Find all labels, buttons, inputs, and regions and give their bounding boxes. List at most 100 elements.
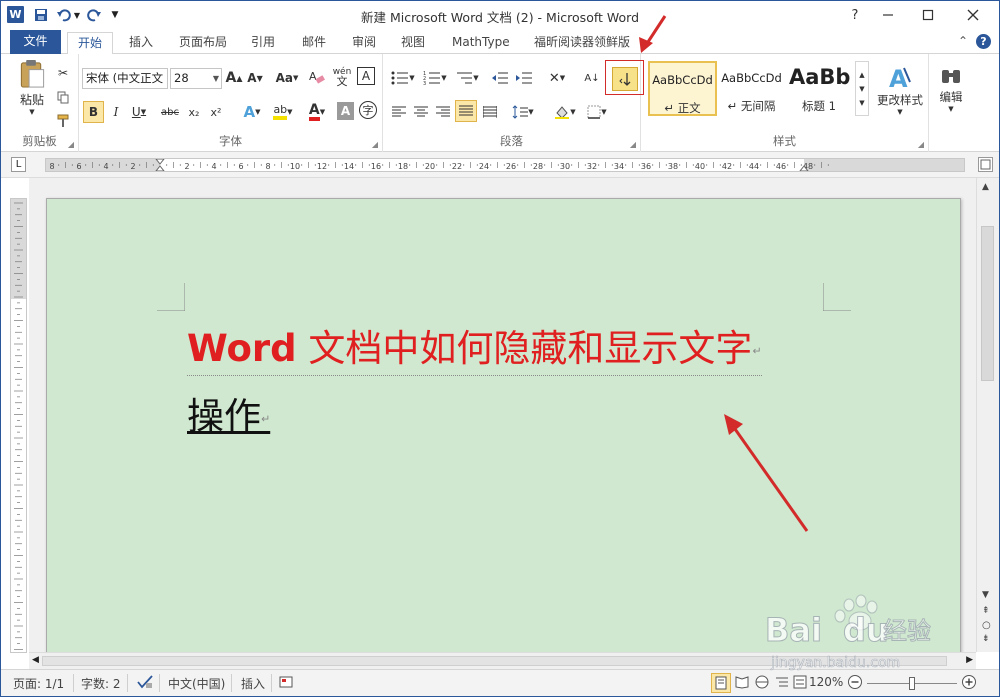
document-body-line[interactable]: 操作↵ <box>187 392 270 445</box>
document-heading-line[interactable]: Word 文档中如何隐藏和显示文字↵ <box>187 326 762 376</box>
cut-icon[interactable]: ✂ <box>55 62 71 84</box>
full-screen-reading-view-icon[interactable] <box>735 675 749 692</box>
clear-formatting-icon[interactable]: A <box>307 66 327 88</box>
chinese-layout-icon[interactable]: ✕ ▼ <box>543 67 571 89</box>
web-layout-view-icon[interactable] <box>755 675 769 692</box>
character-shading-button[interactable]: A <box>337 102 354 120</box>
help-icon[interactable]: ? <box>976 34 991 49</box>
subscript-button[interactable]: x₂ <box>185 101 203 123</box>
shrink-font-button[interactable]: A ▼ <box>246 67 264 89</box>
styles-scroll[interactable]: ▲ ▼ ▼ <box>855 61 869 116</box>
font-name-combo[interactable]: 宋体 (中文正文 <box>82 68 168 89</box>
maximize-button[interactable] <box>906 1 950 29</box>
font-dialog-launcher-icon[interactable]: ◢ <box>372 140 378 149</box>
line-spacing-icon[interactable]: ▼ <box>509 101 537 123</box>
font-size-combo[interactable]: 28 ▼ <box>170 68 222 89</box>
italic-button[interactable]: I <box>107 101 125 123</box>
text-effects-button[interactable]: A ▼ <box>239 101 265 123</box>
status-language[interactable]: 中文(中国) <box>168 675 225 692</box>
styles-dialog-launcher-icon[interactable]: ◢ <box>918 140 924 149</box>
decrease-indent-icon[interactable] <box>489 67 511 89</box>
distributed-icon[interactable] <box>480 101 500 123</box>
character-border-button[interactable]: A <box>357 67 375 85</box>
vertical-scroll-thumb[interactable] <box>981 226 994 381</box>
tab-selector[interactable]: L <box>11 157 26 172</box>
tab-review[interactable]: 审阅 <box>342 32 386 54</box>
strikethrough-button[interactable]: abc <box>159 101 181 123</box>
tab-mathtype[interactable]: MathType <box>442 32 520 54</box>
tab-view[interactable]: 视图 <box>391 32 435 54</box>
format-painter-icon[interactable] <box>55 110 71 132</box>
borders-icon[interactable]: ▼ <box>583 101 611 123</box>
paragraph-dialog-launcher-icon[interactable]: ◢ <box>630 140 636 149</box>
view-ruler-icon[interactable] <box>978 157 993 172</box>
document-page[interactable]: Word 文档中如何隐藏和显示文字↵ 操作↵ <box>46 198 961 652</box>
phonetic-guide-button[interactable]: wén 文 <box>331 66 353 88</box>
status-insert-mode[interactable]: 插入 <box>241 675 265 692</box>
status-page[interactable]: 页面: 1/1 <box>13 675 64 692</box>
highlight-color-button[interactable]: ab ▼ <box>269 101 297 123</box>
sort-icon[interactable]: A↓ <box>581 67 603 89</box>
grow-font-button[interactable]: A ▲ <box>225 67 243 89</box>
style-no-spacing[interactable]: AaBbCcDd ↵ 无间隔 <box>717 61 786 116</box>
increase-indent-icon[interactable] <box>513 67 535 89</box>
copy-icon[interactable] <box>55 86 71 108</box>
align-center-icon[interactable] <box>411 101 431 123</box>
tab-insert[interactable]: 插入 <box>119 32 163 54</box>
style-normal[interactable]: AaBbCcDd ↵ 正文 <box>648 61 717 116</box>
superscript-button[interactable]: x² <box>207 101 225 123</box>
chevron-up-icon[interactable]: ▲ <box>859 71 864 79</box>
tab-references[interactable]: 引用 <box>241 32 285 54</box>
numbering-icon[interactable]: 1 2 3 ▼ <box>421 67 449 89</box>
zoom-in-icon[interactable] <box>961 674 977 693</box>
align-left-icon[interactable] <box>389 101 409 123</box>
horizontal-scrollbar[interactable]: ◀ ▶ <box>29 652 976 669</box>
chevron-down-icon[interactable]: ▼ <box>859 85 864 93</box>
tab-foxit-reader[interactable]: 福昕阅读器领鲜版 <box>524 32 640 54</box>
enclose-characters-button[interactable]: 字 <box>359 101 377 119</box>
print-layout-view-icon[interactable] <box>711 673 731 693</box>
tab-home[interactable]: 开始 <box>67 32 114 55</box>
close-button[interactable] <box>951 1 995 29</box>
vertical-ruler[interactable] <box>10 198 27 668</box>
change-styles-button[interactable]: A 更改样式 ▼ <box>873 60 927 120</box>
multilevel-list-icon[interactable]: ▼ <box>453 67 481 89</box>
status-word-count[interactable]: 字数: 2 <box>81 675 121 692</box>
tab-mailings[interactable]: 邮件 <box>292 32 336 54</box>
scroll-left-icon[interactable]: ◀ <box>32 655 39 665</box>
minimize-button[interactable] <box>866 1 910 29</box>
font-color-button[interactable]: A ▼ <box>303 101 331 123</box>
paste-button[interactable]: 粘贴 ▼ <box>13 58 51 116</box>
previous-page-icon[interactable]: ⇞ <box>982 606 990 616</box>
draft-view-icon[interactable] <box>793 675 807 692</box>
status-separator <box>231 674 232 692</box>
macro-record-icon[interactable] <box>279 675 293 692</box>
tab-file[interactable]: 文件 <box>10 30 61 54</box>
zoom-out-icon[interactable] <box>847 674 863 693</box>
style-heading-1[interactable]: AaBb 标题 1 <box>786 61 852 116</box>
next-page-icon[interactable]: ⇟ <box>982 634 990 644</box>
scroll-down-icon[interactable]: ▼ <box>982 590 989 600</box>
scroll-up-icon[interactable]: ▲ <box>982 182 989 192</box>
browse-object-icon[interactable]: ○ <box>982 620 991 631</box>
horizontal-ruler[interactable]: 8 6 4 2 2 4 6 8 10 12 14 16 18 20 22 24 26 28 30 32 34 36 38 40… <box>45 158 965 172</box>
underline-button[interactable]: U ▼ <box>127 101 151 123</box>
proofing-icon[interactable] <box>137 675 153 692</box>
outline-view-icon[interactable] <box>775 675 789 692</box>
align-right-icon[interactable] <box>433 101 453 123</box>
shading-icon[interactable]: ▼ <box>551 101 579 123</box>
vertical-scrollbar[interactable]: ▲ ▼ ⇞ ○ ⇟ <box>976 178 999 652</box>
bullets-icon[interactable]: ▼ <box>389 67 417 89</box>
more-styles-icon[interactable]: ▼ <box>859 99 864 107</box>
horizontal-scroll-thumb[interactable] <box>42 656 947 666</box>
zoom-level[interactable]: 120% <box>809 675 843 689</box>
zoom-slider-thumb[interactable] <box>909 677 915 690</box>
bold-button[interactable]: B <box>83 101 104 123</box>
change-case-button[interactable]: Aa ▼ <box>274 67 300 89</box>
tab-page-layout[interactable]: 页面布局 <box>169 32 237 54</box>
justify-icon[interactable] <box>455 100 477 122</box>
scroll-right-icon[interactable]: ▶ <box>966 655 973 665</box>
collapse-ribbon-icon[interactable]: ⌃ <box>958 34 968 49</box>
editing-button[interactable]: 编辑 ▼ <box>933 60 969 120</box>
clipboard-dialog-launcher-icon[interactable]: ◢ <box>68 140 74 149</box>
